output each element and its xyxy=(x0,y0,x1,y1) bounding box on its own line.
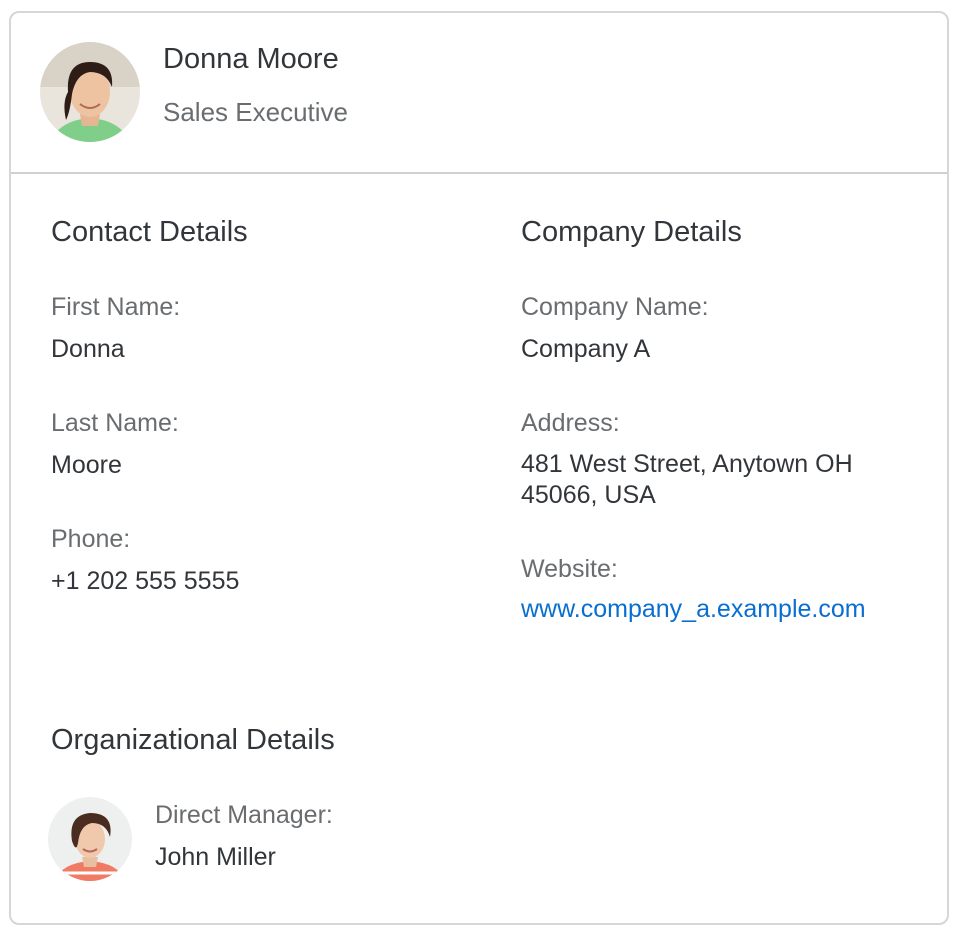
card-header: Donna Moore Sales Executive xyxy=(11,13,947,174)
contact-details-title: Contact Details xyxy=(51,216,248,248)
first-name-label: First Name: xyxy=(51,293,181,321)
phone-value: +1 202 555 5555 xyxy=(51,567,240,595)
company-details-title: Company Details xyxy=(521,216,742,248)
profile-name: Donna Moore xyxy=(163,43,339,75)
profile-avatar xyxy=(40,42,140,142)
website-link[interactable]: www.company_a.example.com xyxy=(521,595,866,624)
company-name-label: Company Name: xyxy=(521,293,709,321)
address-label: Address: xyxy=(521,409,620,437)
contact-card: Donna Moore Sales Executive Contact Deta… xyxy=(9,11,949,925)
last-name-label: Last Name: xyxy=(51,409,179,437)
website-label: Website: xyxy=(521,555,618,583)
direct-manager-label: Direct Manager: xyxy=(155,801,333,829)
phone-label: Phone: xyxy=(51,525,131,553)
last-name-value: Moore xyxy=(51,451,122,479)
profile-role: Sales Executive xyxy=(163,97,348,127)
first-name-value: Donna xyxy=(51,335,125,363)
organizational-details-title: Organizational Details xyxy=(51,724,335,756)
manager-avatar[interactable] xyxy=(48,797,132,881)
address-value: 481 West Street, Anytown OH 45066, USA xyxy=(521,450,853,509)
direct-manager-name[interactable]: John Miller xyxy=(155,842,276,873)
company-name-value: Company A xyxy=(521,335,651,363)
